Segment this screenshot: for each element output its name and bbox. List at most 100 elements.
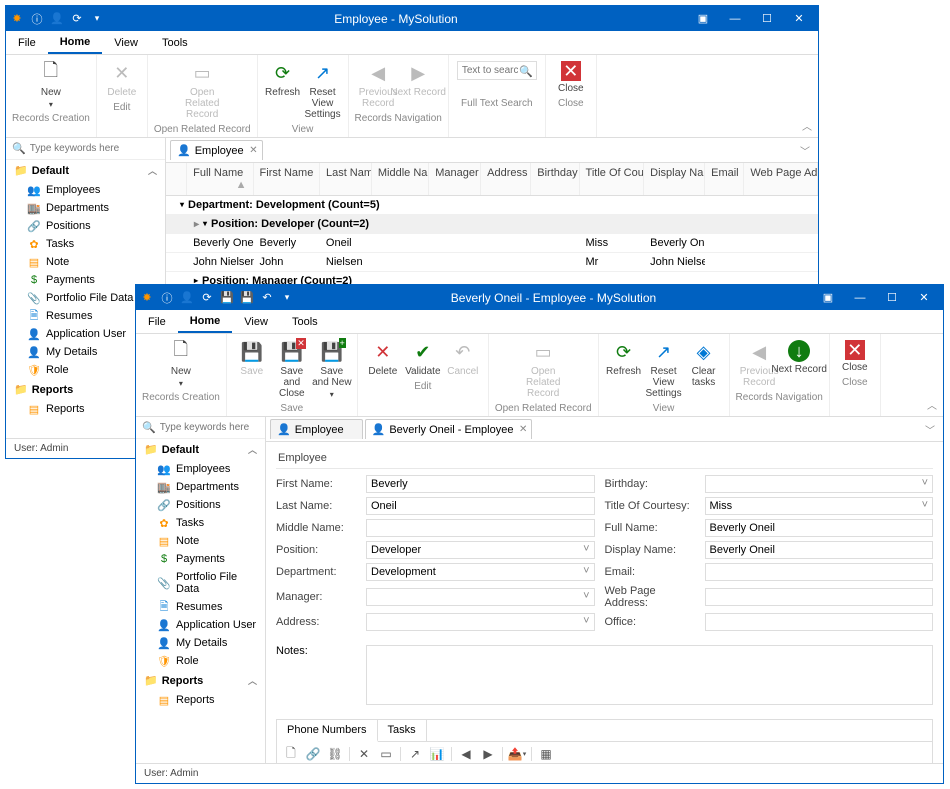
chart-icon[interactable]: 📊	[427, 745, 447, 763]
undo-icon[interactable]: ↶	[260, 291, 274, 305]
reset-view-button[interactable]: ↗Reset View Settings	[645, 338, 683, 401]
menu-home[interactable]: Home	[48, 32, 103, 54]
delete-button[interactable]: ✕Delete	[103, 59, 141, 100]
nav-item-employees[interactable]: 👥Employees	[136, 460, 265, 478]
chevron-down-icon[interactable]: ﹀	[925, 422, 935, 437]
refresh-rows-icon[interactable]: ↗	[405, 745, 425, 763]
save-close-button[interactable]: 💾✕Save and Close	[273, 338, 311, 401]
nav-search[interactable]: 🔍	[6, 138, 165, 160]
nav-item-application-user[interactable]: 👤Application User	[136, 616, 265, 634]
chevron-down-icon[interactable]: ﹀	[800, 143, 810, 158]
nav-item-departments[interactable]: 🏬Departments	[6, 199, 165, 217]
nav-section-default[interactable]: 📁 Default ︿	[6, 160, 165, 181]
delete-row-icon[interactable]: ✕	[354, 745, 374, 763]
nav-item-note[interactable]: ▤Note	[6, 253, 165, 271]
nav-item-role[interactable]: 🛡Role	[136, 652, 265, 670]
col-header[interactable]: First Name	[254, 163, 320, 195]
position-field[interactable]: Developer	[366, 541, 595, 559]
birthday-field[interactable]	[705, 475, 934, 493]
nav-search[interactable]: 🔍	[136, 417, 265, 439]
search-icon[interactable]: 🔍	[519, 65, 533, 78]
close-record-button[interactable]: ✕Close	[836, 338, 874, 375]
chevron-up-icon[interactable]: ︿	[248, 443, 257, 456]
col-header[interactable]: Address	[481, 163, 531, 195]
link-icon[interactable]: 🔗	[303, 745, 323, 763]
manager-field[interactable]	[366, 588, 595, 606]
delete-button[interactable]: ✕Delete	[364, 338, 402, 379]
open-related-button[interactable]: ▭Open Related Record	[524, 338, 562, 401]
maximize-button[interactable]: ☐	[877, 287, 907, 309]
nav-item-positions[interactable]: 🔗Positions	[6, 217, 165, 235]
web-page-field[interactable]	[705, 588, 934, 606]
save-icon[interactable]: 💾	[220, 291, 234, 305]
qat-dropdown-icon[interactable]: ▾	[90, 12, 104, 26]
full-name-field[interactable]: Beverly Oneil	[705, 519, 934, 537]
tab-employee-list[interactable]: 👤Employee	[270, 419, 363, 439]
menu-home[interactable]: Home	[178, 311, 233, 333]
refresh-button[interactable]: ⟳Refresh	[264, 59, 302, 122]
col-header[interactable]: Email	[705, 163, 744, 195]
open-icon[interactable]: ▭	[376, 745, 396, 763]
menu-file[interactable]: File	[6, 33, 48, 53]
info-icon[interactable]: ⓘ	[160, 291, 174, 305]
minimize-button[interactable]: —	[720, 8, 750, 30]
menu-tools[interactable]: Tools	[280, 312, 330, 332]
col-header[interactable]: Full Name ▲	[187, 163, 253, 195]
titlebar[interactable]: ✸ ⓘ 👤 ⟳ 💾 💾 ↶ ▾ Beverly Oneil - Employee…	[136, 285, 943, 310]
nav-item-note[interactable]: ▤Note	[136, 532, 265, 550]
clear-tasks-button[interactable]: ◈Clear tasks	[685, 338, 723, 401]
menu-tools[interactable]: Tools	[150, 33, 200, 53]
group-row-department[interactable]: ▾Department: Development (Count=5)	[166, 196, 818, 215]
validate-button[interactable]: ✔Validate	[404, 338, 442, 379]
filter-icon[interactable]: ▦	[536, 745, 556, 763]
user-icon[interactable]: 👤	[180, 291, 194, 305]
group-row-position-dev[interactable]: ▸▾Position: Developer (Count=2)	[166, 215, 818, 234]
close-record-button[interactable]: ✕Close	[552, 59, 590, 96]
close-icon[interactable]: ✕	[249, 145, 257, 156]
col-header[interactable]: Middle Name	[372, 163, 429, 195]
nav-item-departments[interactable]: 🏬Departments	[136, 478, 265, 496]
title-courtesy-field[interactable]: Miss	[705, 497, 934, 515]
close-button[interactable]: ✕	[909, 287, 939, 309]
nav-section-reports[interactable]: 📁 Reports ︿	[136, 670, 265, 691]
expand-icon[interactable]: ▾	[180, 200, 184, 209]
office-field[interactable]	[705, 613, 934, 631]
close-icon[interactable]: ✕	[519, 424, 527, 435]
ribbon-collapse-icon[interactable]: ︿	[927, 397, 937, 412]
display-name-field[interactable]: Beverly Oneil	[705, 541, 934, 559]
nav-item-resumes[interactable]: 🗎Resumes	[136, 598, 265, 616]
close-button[interactable]: ✕	[784, 8, 814, 30]
nav-search-input[interactable]	[160, 422, 259, 433]
prev-row-icon[interactable]: ◀	[456, 745, 476, 763]
nav-section-default[interactable]: 📁 Default ︿	[136, 439, 265, 460]
cancel-button[interactable]: ↶Cancel	[444, 338, 482, 379]
titlebar[interactable]: ✸ ⓘ 👤 ⟳ ▾ Employee - MySolution ▣ — ☐ ✕	[6, 6, 818, 31]
sub-tab-tasks[interactable]: Tasks	[378, 720, 427, 741]
col-header[interactable]: Last Name	[320, 163, 372, 195]
table-row[interactable]: John NielsenJohnNielsenMrJohn Nielsen	[166, 253, 818, 272]
nav-item-tasks[interactable]: ✿Tasks	[136, 514, 265, 532]
nav-item-positions[interactable]: 🔗Positions	[136, 496, 265, 514]
overlap-windows-button[interactable]: ▣	[813, 287, 843, 309]
col-header[interactable]: Title Of Courtesy	[580, 163, 645, 195]
nav-item-payments[interactable]: $Payments	[136, 550, 265, 568]
ribbon-collapse-icon[interactable]: ︿	[802, 118, 812, 133]
nav-item-portfolio-file-data[interactable]: 📎Portfolio File Data	[136, 568, 265, 598]
export-icon[interactable]: 📤▾	[507, 745, 527, 763]
expand-icon[interactable]: ▾	[203, 219, 207, 228]
minimize-button[interactable]: —	[845, 287, 875, 309]
last-name-field[interactable]: Oneil	[366, 497, 595, 515]
col-header[interactable]: Display Name	[644, 163, 705, 195]
col-header[interactable]: Web Page Address	[744, 163, 818, 195]
open-related-button[interactable]: ▭Open Related Record	[183, 59, 221, 122]
table-row[interactable]: Beverly OneilBeverlyOneilMissBeverly One…	[166, 234, 818, 253]
unlink-icon[interactable]: ⛓	[325, 745, 345, 763]
overlap-windows-button[interactable]: ▣	[688, 8, 718, 30]
chevron-up-icon[interactable]: ︿	[248, 674, 257, 687]
save-close-icon[interactable]: 💾	[240, 291, 254, 305]
new-item-icon[interactable]: 🗋	[281, 745, 301, 763]
next-record-button[interactable]: ▶Next Record	[399, 59, 437, 111]
menu-view[interactable]: View	[232, 312, 280, 332]
sub-tab-phone[interactable]: Phone Numbers	[277, 720, 378, 742]
department-field[interactable]: Development	[366, 563, 595, 581]
